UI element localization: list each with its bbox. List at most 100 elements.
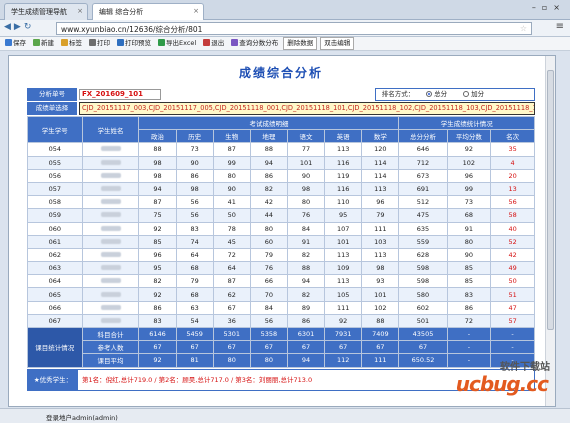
table-row[interactable]: 066 86 63 67 84 89 111 102 602 86 47 <box>27 300 535 315</box>
scrollbar[interactable] <box>545 56 555 406</box>
cell-score: 80 <box>212 168 251 183</box>
cell-total: 712 <box>398 155 448 170</box>
cell-student-id: 059 <box>27 208 83 223</box>
cell-student-name <box>81 181 140 197</box>
table-row[interactable]: 058 87 56 41 42 80 110 96 512 73 56 <box>27 195 535 210</box>
cell-score: 101 <box>361 287 400 302</box>
close-icon[interactable]: × <box>193 7 199 15</box>
score-sheet-input[interactable]: CJD_20151117_003,CJD_20151117_005,CJD_20… <box>79 102 535 115</box>
radio-icon[interactable] <box>426 91 433 97</box>
cell-score: 84 <box>249 300 288 315</box>
star-icon[interactable]: ☆ <box>520 24 527 33</box>
cell-score: 90 <box>175 155 214 170</box>
cell-student-name <box>81 195 140 210</box>
menu-icon[interactable]: ≡ <box>556 21 564 32</box>
col-subject: 政治 <box>138 129 177 144</box>
scroll-thumb[interactable] <box>547 70 554 330</box>
blurred-name <box>100 304 121 310</box>
report-content: 成绩综合分析 分析单号 FX_201609_101 排名方式： 总分 加分 成绩… <box>27 56 535 391</box>
summary-row: 课目统计情况 科目合计 6146 5459 5301 5358 6301 7931 7409 43… <box>27 326 535 368</box>
cell-avg: 85 <box>446 261 492 276</box>
toolbar-button-6[interactable]: 退出 <box>201 37 226 50</box>
summary-avg: - <box>446 326 492 342</box>
cell-student-id: 058 <box>27 195 83 210</box>
toolbar-button-label: 删除数据 <box>287 39 314 47</box>
blurred-name <box>100 278 121 284</box>
cell-rank: 40 <box>490 221 535 236</box>
table-row[interactable]: 054 88 73 87 88 77 113 120 646 92 35 <box>27 142 535 157</box>
cell-score: 92 <box>324 313 363 329</box>
cell-student-id: 061 <box>27 234 83 249</box>
blurred-name <box>100 159 121 165</box>
toolbar-button-4[interactable]: 打印预览 <box>115 37 153 50</box>
cell-student-id: 056 <box>27 168 83 183</box>
cell-total: 628 <box>398 247 448 263</box>
status-bar: 登录地户admin(admin) <box>0 408 570 423</box>
window-controls[interactable]: –▫× <box>532 3 566 12</box>
summary-value: 6301 <box>286 326 326 342</box>
col-subject: 英语 <box>324 129 363 144</box>
table-row[interactable]: 056 98 86 80 86 90 119 114 673 96 20 <box>27 168 535 183</box>
table-row[interactable]: 057 94 98 90 82 98 116 113 691 99 13 <box>27 181 535 197</box>
toolbar-button-5[interactable]: 导出Excel <box>156 37 198 50</box>
table-row[interactable]: 055 98 90 99 94 101 116 114 712 102 4 <box>27 155 535 170</box>
table-row[interactable]: 060 92 83 78 80 84 107 111 635 91 40 <box>27 221 535 236</box>
blurred-name <box>100 291 121 297</box>
analysis-no-field[interactable]: FX_201609_101 <box>79 89 161 100</box>
cell-avg: 91 <box>446 221 492 236</box>
nav-buttons[interactable]: ◀▶↻ <box>4 22 34 32</box>
tab-label: 学生成绩管理导航 <box>11 8 67 16</box>
toolbar-icon <box>158 39 165 46</box>
cell-student-id: 060 <box>27 221 83 236</box>
table-row[interactable]: 063 95 68 64 76 88 109 98 598 85 49 <box>27 261 535 276</box>
cell-student-name <box>81 208 140 223</box>
cell-total: 602 <box>398 300 448 315</box>
summary-total: 67 <box>398 340 448 355</box>
cell-total: 673 <box>398 168 448 183</box>
cell-score: 98 <box>138 155 177 170</box>
table-row[interactable]: 061 85 74 45 60 91 101 103 559 80 52 <box>27 234 535 249</box>
tab-student-nav[interactable]: 学生成绩管理导航 × <box>4 3 88 20</box>
col-stat: 名次 <box>490 129 535 144</box>
cell-score: 62 <box>212 287 251 302</box>
sort-option-total[interactable]: 总分 <box>426 90 447 98</box>
cell-student-id: 062 <box>27 247 83 263</box>
summary-value: 67 <box>138 340 177 355</box>
sort-option-label: 总分 <box>434 90 448 98</box>
toolbar-button-8[interactable]: 删除数据 <box>283 37 318 50</box>
watermark-logo: ucbug.cc <box>455 372 549 396</box>
watermark-text: 软件下载站 <box>500 362 550 373</box>
table-row[interactable]: 064 82 79 87 66 94 113 93 598 85 50 <box>27 274 535 289</box>
cell-score: 73 <box>175 142 214 157</box>
col-stat: 平均分数 <box>446 129 492 144</box>
cell-total: 475 <box>398 208 448 223</box>
tab-analysis[interactable]: 编辑 综合分析 × <box>92 3 204 21</box>
toolbar-button-0[interactable]: 保存 <box>3 37 28 50</box>
radio-icon[interactable] <box>463 91 470 97</box>
cell-student-id: 064 <box>27 274 83 289</box>
table-row[interactable]: 065 92 68 62 70 82 105 101 580 83 51 <box>27 287 535 302</box>
cell-score: 119 <box>324 168 363 183</box>
cell-score: 79 <box>361 208 400 223</box>
url-input[interactable]: www.xyunbiao.cn/12636/综合分析/801 ☆ <box>56 22 532 35</box>
toolbar-button-2[interactable]: 标签 <box>59 37 84 50</box>
sort-option-bonus[interactable]: 加分 <box>463 90 484 98</box>
header-exam-detail: 考试成绩明细 <box>138 115 400 131</box>
toolbar-button-1[interactable]: 新建 <box>31 37 56 50</box>
toolbar-button-7[interactable]: 查询分数分布 <box>229 37 280 50</box>
cell-total: 512 <box>398 195 448 210</box>
cell-student-name <box>81 168 140 183</box>
close-icon[interactable]: × <box>77 7 83 15</box>
blurred-name <box>100 238 121 244</box>
toolbar-icon <box>89 39 96 46</box>
summary-value: 81 <box>175 353 214 368</box>
toolbar-button-9[interactable]: 双击编辑 <box>320 37 355 50</box>
cell-score: 82 <box>138 274 177 289</box>
table-row[interactable]: 062 96 64 72 79 82 113 113 628 90 42 <box>27 247 535 263</box>
cell-score: 79 <box>249 247 288 263</box>
table-row[interactable]: 067 83 54 36 56 86 92 88 501 72 57 <box>27 313 535 329</box>
cell-score: 94 <box>249 155 288 170</box>
cell-score: 87 <box>138 195 177 210</box>
toolbar-button-3[interactable]: 打印 <box>87 37 112 50</box>
table-row[interactable]: 059 75 56 50 44 76 95 79 475 68 58 <box>27 208 535 223</box>
